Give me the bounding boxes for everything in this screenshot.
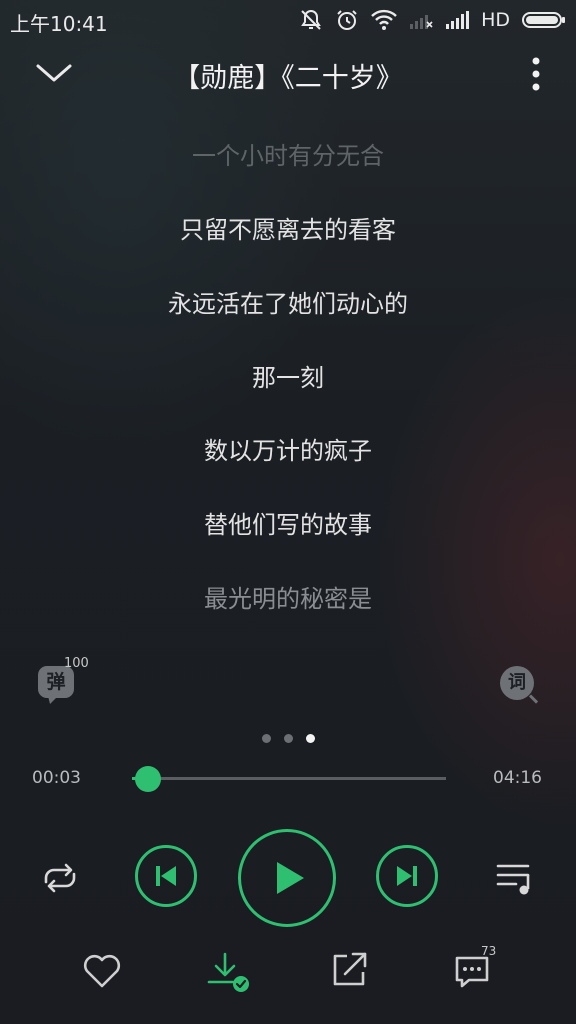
play-icon (277, 862, 304, 894)
lyric-line: 最光明的秘密是 (204, 585, 372, 613)
mute-icon (299, 8, 323, 32)
page-dot-active[interactable] (305, 734, 315, 743)
lyric-line: 替他们写的故事 (204, 511, 372, 539)
signal-empty-icon (409, 10, 433, 30)
battery-icon (522, 11, 566, 29)
page-dot[interactable] (283, 734, 293, 743)
wifi-icon (371, 9, 397, 31)
lyric-search-button[interactable]: 词 (500, 666, 540, 706)
more-vertical-icon[interactable] (522, 56, 550, 92)
status-icons: HD (299, 6, 566, 34)
network-type: HD (481, 9, 510, 31)
status-time: 上午10:41 (10, 12, 108, 36)
lyric-line: 那一刻 (252, 364, 324, 392)
alarm-icon (335, 8, 359, 32)
lyric-line: 数以万计的疯子 (204, 437, 372, 465)
action-bar: 73 (0, 940, 576, 1000)
progress-bar: 00:03 04:16 (0, 760, 576, 800)
page-indicator (0, 734, 576, 743)
download-done-icon[interactable] (203, 948, 251, 992)
skip-next-button[interactable] (376, 845, 438, 907)
comment-count: 73 (481, 944, 497, 958)
signal-icon (445, 10, 470, 30)
chevron-down-icon[interactable] (34, 58, 74, 88)
lyric-line: 一个小时有分无合 (192, 142, 384, 170)
lyric-line: 永远活在了她们动心的 (168, 290, 408, 318)
lyric-line: 只留不愿离去的看客 (180, 216, 396, 244)
skip-previous-icon (156, 866, 176, 886)
danmu-bubble-tail (48, 696, 58, 704)
share-icon[interactable] (327, 948, 375, 992)
repeat-icon[interactable] (38, 858, 82, 898)
total-duration: 04:16 (493, 768, 542, 788)
seek-track[interactable] (132, 766, 446, 792)
magnifier-handle (528, 694, 539, 704)
skip-next-icon (397, 866, 417, 886)
song-title: 【勋鹿】《二十岁》 (173, 63, 403, 94)
playback-controls (0, 828, 576, 928)
skip-previous-button[interactable] (135, 845, 197, 907)
comment-button[interactable]: 73 (451, 944, 499, 992)
current-time: 00:03 (32, 768, 81, 788)
seek-handle[interactable] (135, 766, 161, 792)
danmu-button[interactable]: 弹 100 (36, 656, 89, 706)
status-bar: 上午10:41 HD (0, 0, 576, 40)
danmu-count: 100 (64, 656, 89, 671)
play-button[interactable] (238, 829, 336, 927)
page-dot[interactable] (261, 734, 271, 743)
player-header: 【勋鹿】《二十岁》 (0, 40, 576, 110)
playlist-icon[interactable] (494, 858, 538, 898)
heart-icon[interactable] (78, 948, 126, 992)
